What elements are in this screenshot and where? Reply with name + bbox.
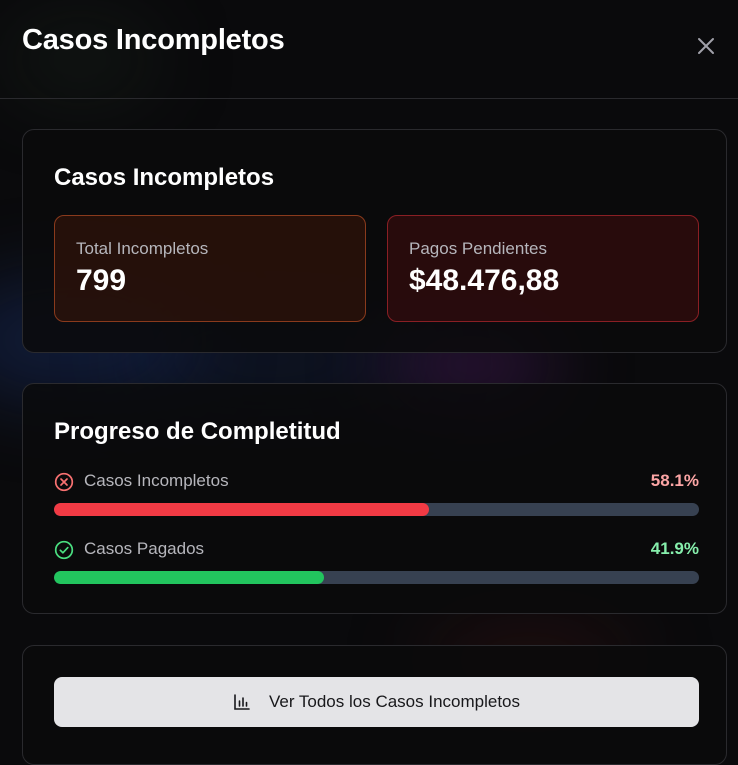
dialog-header: Casos Incompletos <box>0 0 738 99</box>
x-circle-icon <box>54 472 74 492</box>
total-incomplete-stat: Total Incompletos 799 <box>54 215 366 322</box>
pending-payments-label: Pagos Pendientes <box>409 239 547 258</box>
incomplete-progress-label: Casos Incompletos <box>84 471 229 490</box>
incomplete-progress-row: Casos Incompletos 58.1% <box>54 470 699 540</box>
incomplete-cases-dialog: Casos Incompletos Casos Incompletos Tota… <box>0 0 738 765</box>
close-icon <box>698 38 714 54</box>
incomplete-progress-track <box>54 503 699 516</box>
progress-card: Progreso de Completitud Casos Incompleto… <box>22 383 727 614</box>
progress-title: Progreso de Completitud <box>54 418 341 445</box>
paid-progress-fill <box>54 571 325 584</box>
summary-title: Casos Incompletos <box>54 164 275 191</box>
incomplete-progress-fill <box>54 503 429 516</box>
incomplete-progress-percent: 58.1% <box>650 471 699 490</box>
view-all-incomplete-button[interactable]: Ver Todos los Casos Incompletos <box>54 677 699 727</box>
close-button[interactable] <box>694 34 718 58</box>
total-incomplete-label: Total Incompletos <box>76 239 209 258</box>
dialog-title: Casos Incompletos <box>22 24 285 56</box>
pending-payments-stat: Pagos Pendientes $48.476,88 <box>387 215 699 322</box>
check-circle-icon <box>54 540 74 560</box>
paid-progress-label: Casos Pagados <box>84 539 205 558</box>
total-incomplete-value: 799 <box>76 264 127 297</box>
pending-payments-value: $48.476,88 <box>409 264 560 297</box>
actions-card: Ver Todos los Casos Incompletos <box>22 645 727 765</box>
view-all-label: Ver Todos los Casos Incompletos <box>268 692 521 711</box>
paid-progress-track <box>54 571 699 584</box>
summary-card: Casos Incompletos Total Incompletos 799 … <box>22 129 727 353</box>
paid-progress-row: Casos Pagados 41.9% <box>54 538 699 608</box>
bar-chart-icon <box>234 694 250 710</box>
paid-progress-percent: 41.9% <box>650 539 699 558</box>
